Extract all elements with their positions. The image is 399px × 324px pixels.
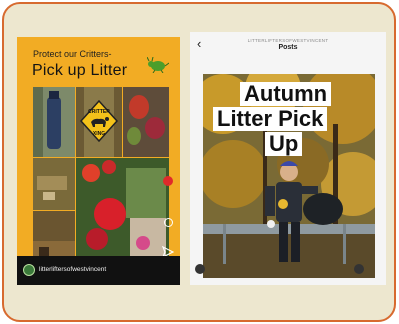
avatar[interactable] (23, 264, 35, 276)
heart-icon[interactable] (163, 176, 173, 186)
bug-icon (147, 57, 169, 73)
story-panel[interactable]: Protect our Critters- Pick up Litter CRI… (17, 37, 180, 285)
litter-photo (33, 158, 75, 210)
user-tag-icon[interactable] (195, 264, 205, 274)
mute-icon[interactable] (354, 264, 364, 274)
post-header-username: LITTERLIFTERSOFWESTVINCENT (247, 38, 329, 43)
photo-collage: CRITTER XING (33, 87, 169, 277)
headline-line1: Autumn (240, 82, 332, 106)
autumn-leaves-photo (123, 87, 169, 157)
card-frame: Protect our Critters- Pick up Litter CRI… (2, 2, 396, 322)
sign-text-bottom: XING (92, 131, 106, 137)
bottle-photo (33, 87, 75, 157)
post-header-title: Posts (278, 44, 298, 51)
headline-line3: Up (265, 132, 303, 156)
story-footer: litterliftersofwestvincent (17, 256, 180, 285)
post-image[interactable]: Autumn Litter Pick Up (203, 74, 375, 278)
post-panel: ‹ LITTERLIFTERSOFWESTVINCENT Posts Autum… (190, 32, 386, 285)
comment-icon[interactable] (164, 218, 173, 227)
story-heading-line1: Protect our Critters- (33, 49, 112, 59)
story-heading-line2: Pick up Litter (32, 62, 128, 79)
story-username[interactable]: litterliftersofwestvincent (39, 266, 106, 273)
sign-text-top: CRITTER (88, 109, 110, 115)
headline-line2: Litter Pick (213, 107, 328, 131)
critter-sign-photo: CRITTER XING (76, 87, 122, 157)
